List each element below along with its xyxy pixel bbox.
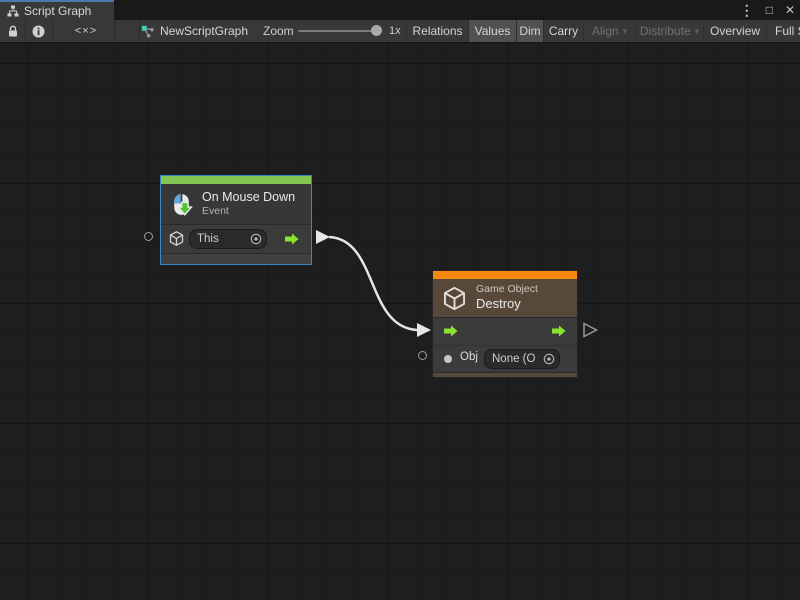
graph-toolbar: <×> NewScriptGraph Zoom 1x Relations Val…: [0, 20, 800, 43]
destroy-node-body: Obj None (O: [433, 317, 577, 372]
node-on-mouse-down[interactable]: On Mouse Down Event This: [160, 175, 312, 265]
graph-asset-name[interactable]: NewScriptGraph: [141, 20, 248, 42]
lock-button[interactable]: [0, 20, 25, 42]
event-node-titles: On Mouse Down Event: [202, 190, 295, 219]
maximize-icon[interactable]: □: [766, 0, 773, 20]
connection-end-arrow: [417, 323, 431, 337]
event-trigger-port-arrow[interactable]: [282, 233, 302, 245]
carry-button[interactable]: Carry: [543, 20, 583, 42]
destroy-node-footer: [433, 372, 577, 377]
destroy-exit-port-triangle[interactable]: [584, 324, 597, 337]
destroy-node-title: Destroy: [476, 296, 538, 312]
info-icon: [32, 25, 45, 38]
obj-param-label: Obj: [460, 351, 478, 363]
full-screen-button[interactable]: Full Screen: [766, 20, 800, 42]
gameobject-cube-icon: [441, 285, 468, 312]
close-icon[interactable]: ✕: [785, 0, 795, 20]
align-label: Align: [592, 24, 619, 38]
destroy-node-category: Game Object: [476, 283, 538, 296]
graph-asset-icon: [141, 25, 154, 38]
values-label: Values: [475, 24, 511, 38]
zoom-slider-track[interactable]: [298, 30, 378, 32]
dim-label: Dim: [519, 24, 540, 38]
chevron-down-icon: ▾: [695, 26, 700, 37]
destroy-exit-port-arrow[interactable]: [549, 325, 569, 337]
script-graph-window: Script Graph ⋮ □ ✕ <×>: [0, 0, 800, 600]
event-node-body: This: [161, 224, 311, 253]
destroy-node-titles: Game Object Destroy: [476, 283, 538, 312]
graph-asset-label: NewScriptGraph: [160, 24, 248, 38]
event-node-header: On Mouse Down Event: [161, 184, 311, 224]
window-menu-icon[interactable]: ⋮: [740, 0, 754, 20]
distribute-label: Distribute: [640, 24, 691, 38]
tab-title: Script Graph: [24, 4, 91, 18]
destroy-flow-row: [433, 318, 577, 345]
tab-script-graph[interactable]: Script Graph: [0, 0, 114, 20]
chevron-down-icon: ▾: [623, 26, 628, 37]
code-view-button[interactable]: <×>: [62, 20, 110, 42]
obj-param-value: None (O: [492, 353, 535, 365]
lock-icon: [7, 25, 19, 38]
destroy-enter-port-arrow[interactable]: [441, 325, 461, 337]
connection-layer: [0, 43, 800, 600]
destroy-accent-bar: [433, 271, 577, 279]
overview-button[interactable]: Overview: [703, 20, 766, 42]
graph-canvas[interactable]: On Mouse Down Event This: [0, 43, 800, 600]
values-button[interactable]: Values: [468, 20, 516, 42]
relations-button[interactable]: Relations: [406, 20, 468, 42]
zoom-slider-handle[interactable]: [371, 25, 382, 36]
code-icon: <×>: [75, 25, 97, 37]
graph-hierarchy-icon: [7, 5, 19, 17]
obj-value-dot: [444, 355, 452, 363]
object-picker-icon[interactable]: [542, 352, 556, 366]
distribute-dropdown[interactable]: Distribute ▾: [635, 20, 703, 42]
tab-bar: Script Graph ⋮ □ ✕: [0, 0, 800, 20]
flow-connection-wire[interactable]: [329, 237, 417, 330]
align-dropdown[interactable]: Align ▾: [583, 20, 635, 42]
obj-value-field[interactable]: None (O: [484, 349, 560, 369]
destroy-obj-row: Obj None (O: [433, 345, 577, 372]
toolbar-separator: [114, 20, 115, 42]
carry-label: Carry: [549, 24, 578, 38]
node-destroy[interactable]: Game Object Destroy Obj No: [432, 270, 578, 378]
destroy-obj-port[interactable]: [418, 351, 427, 360]
event-node-title: On Mouse Down: [202, 190, 295, 206]
full-screen-label: Full Screen: [775, 24, 800, 38]
event-target-port[interactable]: [144, 232, 153, 241]
toolbar-separator: [139, 20, 140, 42]
window-controls: ⋮ □ ✕: [740, 0, 795, 20]
event-node-subtitle: Event: [202, 205, 295, 218]
object-picker-icon[interactable]: [249, 232, 263, 246]
info-button[interactable]: [26, 20, 51, 42]
event-accent-bar: [161, 176, 311, 184]
connection-start-arrow: [316, 230, 330, 244]
relations-label: Relations: [412, 24, 462, 38]
event-target-field[interactable]: This: [189, 229, 267, 249]
event-node-footer: [161, 253, 311, 264]
destroy-node-header: Game Object Destroy: [433, 279, 577, 317]
zoom-label: Zoom: [263, 20, 294, 42]
toolbar-separator: [52, 20, 53, 42]
event-target-value: This: [197, 233, 219, 245]
overview-label: Overview: [710, 24, 760, 38]
dim-button[interactable]: Dim: [516, 20, 543, 42]
zoom-value: 1x: [389, 20, 401, 42]
mouse-down-icon: [169, 192, 194, 217]
gameobject-cube-icon: [168, 230, 185, 247]
